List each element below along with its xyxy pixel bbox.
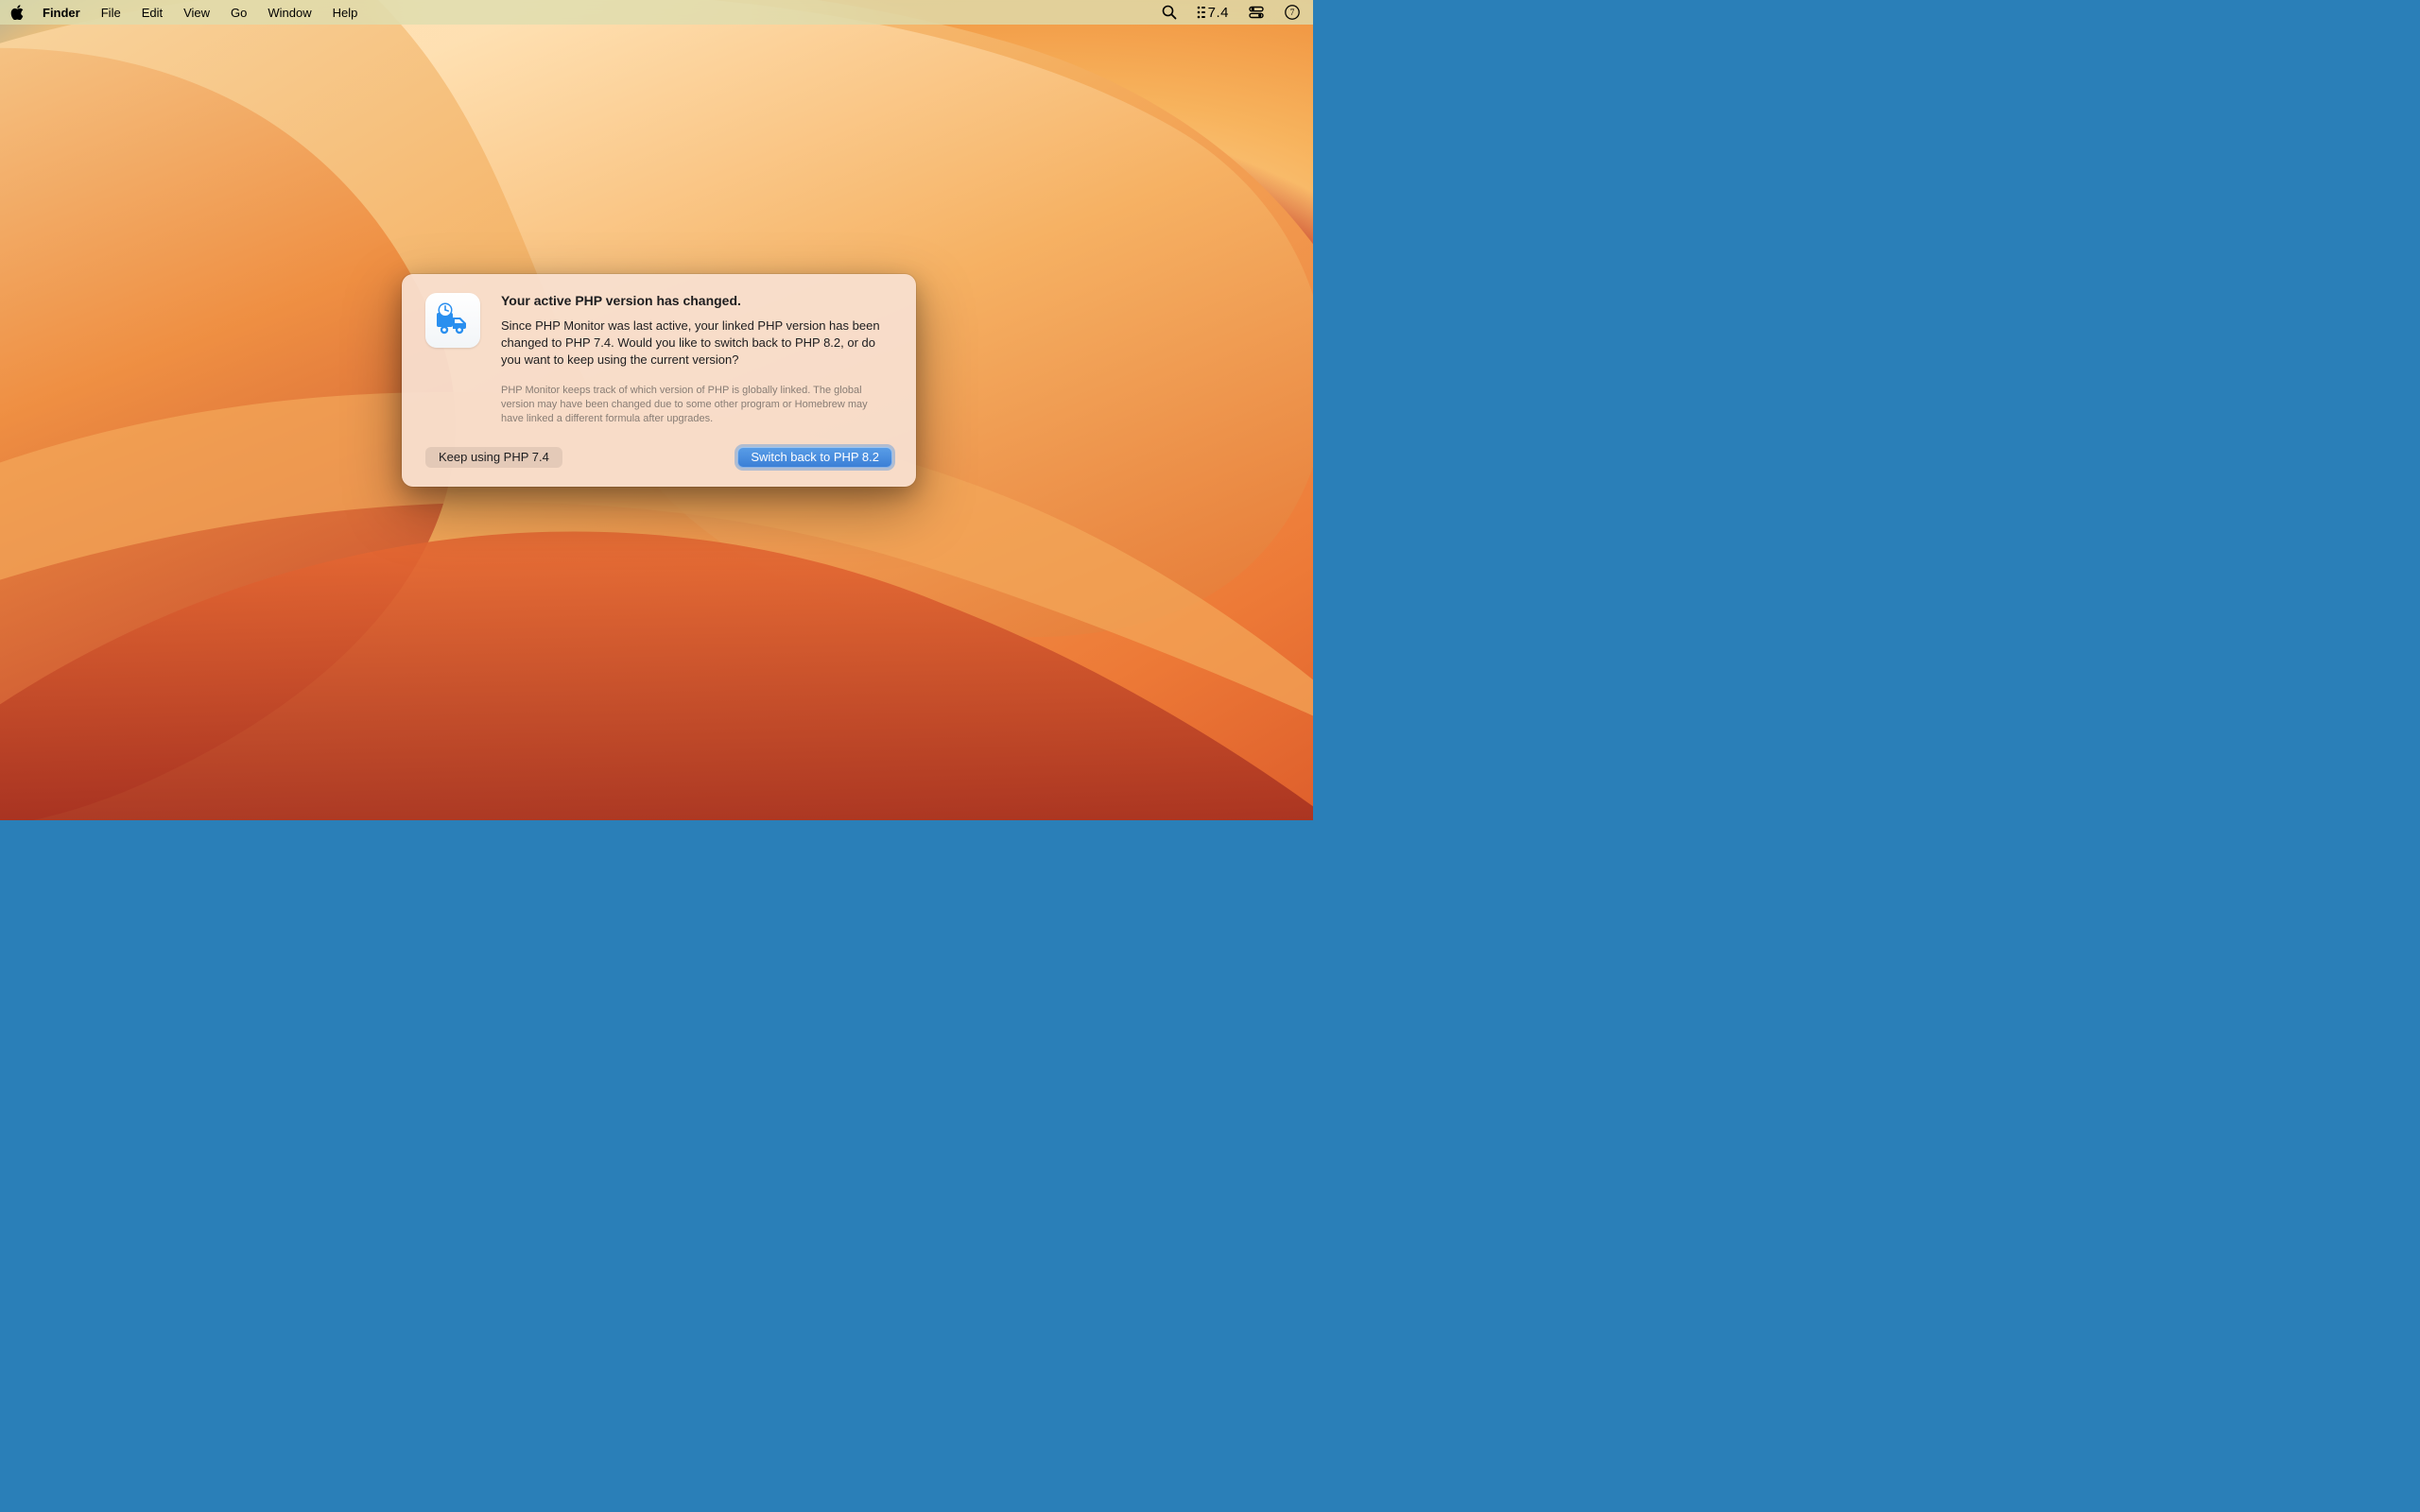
dialog-title: Your active PHP version has changed. <box>501 293 890 308</box>
alert-dialog: Your active PHP version has changed. Sin… <box>402 274 916 487</box>
menu-window[interactable]: Window <box>257 0 321 25</box>
menubar: Finder File Edit View Go Window Help 7.4… <box>0 0 1313 25</box>
apple-menu-icon[interactable] <box>8 0 26 25</box>
notification-center-icon[interactable]: 7 <box>1279 0 1305 25</box>
phpmon-app-icon <box>425 293 480 348</box>
menu-file[interactable]: File <box>91 0 131 25</box>
spotlight-icon[interactable] <box>1156 0 1183 25</box>
keep-current-button[interactable]: Keep using PHP 7.4 <box>425 447 562 468</box>
menu-go[interactable]: Go <box>220 0 257 25</box>
menu-view[interactable]: View <box>173 0 220 25</box>
dialog-informative-text: PHP Monitor keeps track of which version… <box>501 384 890 427</box>
switch-back-button[interactable]: Switch back to PHP 8.2 <box>737 447 892 468</box>
control-center-icon[interactable] <box>1243 0 1270 25</box>
menu-help[interactable]: Help <box>322 0 369 25</box>
svg-text:7: 7 <box>1290 8 1295 17</box>
dialog-message: Since PHP Monitor was last active, your … <box>501 318 890 369</box>
menu-edit[interactable]: Edit <box>131 0 173 25</box>
php-monitor-menubar-icon[interactable]: 7.4 <box>1192 0 1234 25</box>
php-version-text: 7.4 <box>1208 5 1229 21</box>
menu-app-name[interactable]: Finder <box>32 0 91 25</box>
